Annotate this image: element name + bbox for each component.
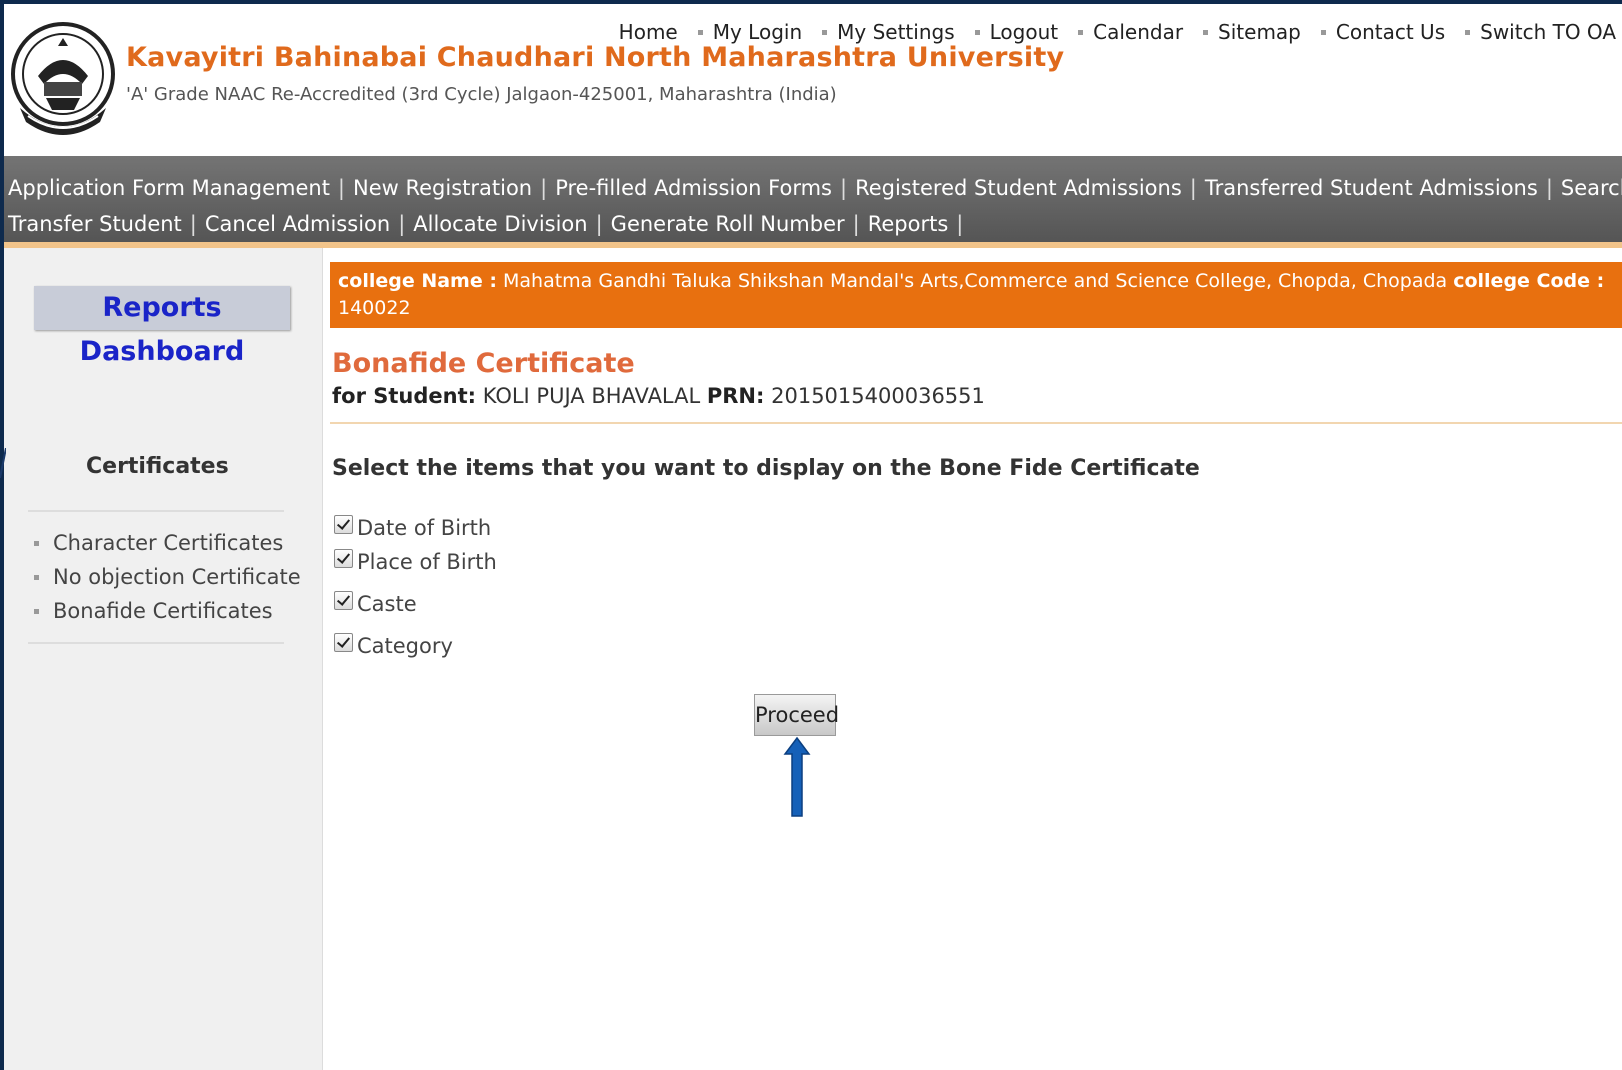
nav-separator: |	[852, 212, 860, 236]
nav-separator: |	[595, 212, 603, 236]
nav-separator: |	[1545, 176, 1553, 200]
student-info: for Student: KOLI PUJA BHAVALAL PRN: 201…	[332, 384, 985, 408]
nav-cancel-admission[interactable]: Cancel Admission	[205, 206, 390, 242]
nav-separator: |	[337, 176, 345, 200]
university-seal-icon	[11, 22, 115, 135]
nav-separator: |	[840, 176, 848, 200]
nav-transferred-student-admissions[interactable]: Transferred Student Admissions	[1205, 170, 1538, 206]
nav-separator: |	[398, 212, 406, 236]
nav-row-1: Application Form Management | New Regist…	[8, 170, 1622, 206]
checkbox-date-of-birth[interactable]: Date of Birth	[334, 514, 492, 540]
college-info-bar: college Name : Mahatma Gandhi Taluka Shi…	[330, 262, 1622, 328]
top-link-my-settings[interactable]: My Settings	[822, 20, 955, 44]
student-name: KOLI PUJA BHAVALAL	[482, 384, 701, 408]
nav-application-form-management[interactable]: Application Form Management	[8, 170, 330, 206]
nav-search-student[interactable]: Search Student	[1561, 170, 1622, 206]
college-code-label: college Code :	[1453, 270, 1605, 292]
bullet-icon	[1320, 29, 1326, 35]
top-link-label: Sitemap	[1218, 20, 1301, 44]
checkbox-checked-icon[interactable]	[334, 590, 353, 610]
nav-row-2: Transfer Student | Cancel Admission | Al…	[8, 206, 1618, 242]
checkbox-label: Caste	[357, 592, 417, 616]
top-link-label: Contact Us	[1335, 20, 1446, 44]
college-name-label: college Name :	[338, 270, 497, 292]
checkbox-checked-icon[interactable]	[334, 514, 353, 534]
certificates-list: Character Certificates No objection Cert…	[34, 526, 301, 628]
section-divider	[330, 422, 1622, 424]
proceed-button[interactable]: Proceed	[754, 694, 839, 736]
top-link-label: My Settings	[837, 20, 955, 44]
bullet-icon	[34, 540, 39, 546]
sidebar-item-label: Character Certificates	[53, 531, 284, 555]
sidebar-item-label: Bonafide Certificates	[53, 599, 273, 623]
checkbox-label: Category	[357, 634, 453, 658]
nav-allocate-division[interactable]: Allocate Division	[413, 206, 587, 242]
sidebar-item-bonafide-certificates[interactable]: Bonafide Certificates	[34, 594, 301, 628]
bullet-icon	[1203, 29, 1209, 35]
college-name-value: Mahatma Gandhi Taluka Shikshan Mandal's …	[503, 270, 1448, 292]
university-name: Kavayitri Bahinabai Chaudhari North Maha…	[126, 42, 1065, 73]
bullet-icon	[34, 574, 39, 580]
top-link-calendar[interactable]: Calendar	[1078, 20, 1183, 44]
sidebar-item-no-objection-certificate[interactable]: No objection Certificate	[34, 560, 301, 594]
prn-value: 2015015400036551	[771, 384, 985, 408]
nav-new-registration[interactable]: New Registration	[353, 170, 532, 206]
annotation-line-icon	[0, 448, 6, 478]
top-link-logout[interactable]: Logout	[974, 20, 1059, 44]
nav-prefilled-admission-forms[interactable]: Pre-filled Admission Forms	[555, 170, 832, 206]
site-header: Kavayitri Bahinabai Chaudhari North Maha…	[4, 4, 1622, 156]
checkbox-category[interactable]: Category	[334, 632, 453, 658]
checkbox-label: Date of Birth	[357, 516, 492, 540]
arrow-up-annotation-icon	[783, 736, 811, 817]
top-link-label: Switch TO OA	[1480, 20, 1616, 44]
checkbox-label: Place of Birth	[357, 550, 497, 574]
top-link-my-login[interactable]: My Login	[697, 20, 803, 44]
main-nav: Application Form Management | New Regist…	[4, 156, 1622, 248]
bullet-icon	[974, 29, 980, 35]
prn-label: PRN:	[706, 384, 765, 408]
college-code-value: 140022	[338, 297, 411, 319]
bullet-icon	[822, 29, 828, 35]
top-links: Home My Login My Settings Logout Calenda…	[619, 20, 1616, 44]
nav-registered-student-admissions[interactable]: Registered Student Admissions	[855, 170, 1182, 206]
bullet-icon	[1465, 29, 1471, 35]
reports-dashboard-button[interactable]: Reports Dashboard	[34, 286, 290, 367]
instruction-text: Select the items that you want to displa…	[332, 456, 1200, 481]
bullet-icon	[1078, 29, 1084, 35]
sidebar: Reports Dashboard Certificates Character…	[4, 248, 323, 1070]
top-link-contact-us[interactable]: Contact Us	[1320, 20, 1446, 44]
top-link-label: Home	[618, 20, 678, 44]
checkbox-caste[interactable]: Caste	[334, 590, 417, 616]
sidebar-divider	[28, 642, 284, 644]
sidebar-item-character-certificates[interactable]: Character Certificates	[34, 526, 301, 560]
nav-generate-roll-number[interactable]: Generate Roll Number	[611, 206, 845, 242]
nav-separator: |	[189, 212, 197, 236]
page-title: Bonafide Certificate	[332, 348, 635, 379]
top-link-label: Calendar	[1093, 20, 1184, 44]
checkbox-place-of-birth[interactable]: Place of Birth	[334, 548, 497, 574]
certificates-heading: Certificates	[86, 454, 229, 479]
sidebar-divider	[28, 510, 284, 512]
sidebar-item-label: No objection Certificate	[53, 565, 301, 589]
top-link-home[interactable]: Home	[619, 20, 678, 44]
nav-separator: |	[956, 212, 964, 236]
student-label: for Student:	[332, 384, 477, 408]
top-link-label: Logout	[989, 20, 1059, 44]
nav-separator: |	[1189, 176, 1197, 200]
bullet-icon	[34, 608, 39, 614]
top-link-sitemap[interactable]: Sitemap	[1203, 20, 1301, 44]
top-link-switch-to-oa[interactable]: Switch TO OA	[1465, 20, 1616, 44]
top-link-label: My Login	[712, 20, 803, 44]
screen: Kavayitri Bahinabai Chaudhari North Maha…	[4, 4, 1622, 1070]
nav-transfer-student[interactable]: Transfer Student	[8, 206, 182, 242]
checkbox-checked-icon[interactable]	[334, 632, 353, 652]
bullet-icon	[697, 29, 703, 35]
nav-reports[interactable]: Reports	[868, 206, 949, 242]
nav-separator: |	[540, 176, 548, 200]
checkbox-checked-icon[interactable]	[334, 548, 353, 568]
university-subtitle: 'A' Grade NAAC Re-Accredited (3rd Cycle)…	[126, 84, 837, 105]
